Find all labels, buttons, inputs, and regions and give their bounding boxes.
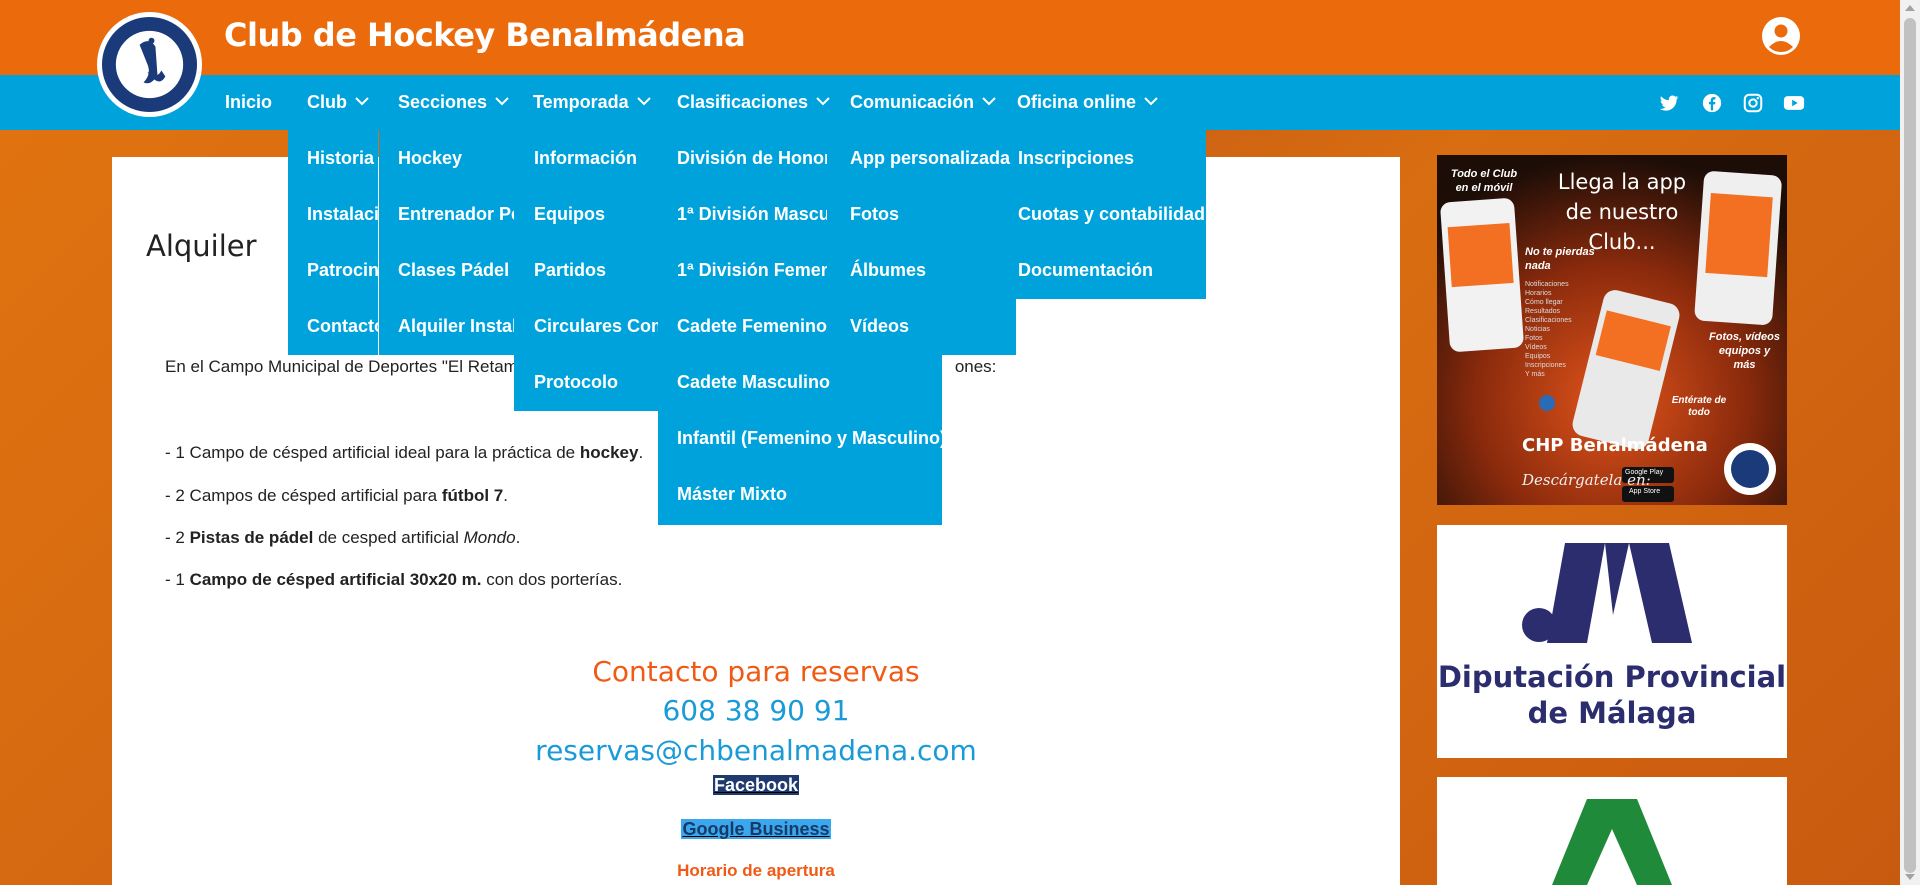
page-title: Alquiler <box>146 229 257 263</box>
site-title[interactable]: Club de Hockey Benalmádena <box>224 16 746 54</box>
facebook-link[interactable]: Facebook <box>712 775 800 795</box>
dropdown-club: Historia Instalaciones Patrocinadores Co… <box>288 130 378 355</box>
contact-email[interactable]: reservas@chbenalmadena.com <box>112 734 1400 767</box>
menu-item-1-division-femenina[interactable]: 1ª División Femenina <box>677 242 827 298</box>
menu-item-inscripciones[interactable]: Inscripciones <box>1018 130 1206 186</box>
scroll-up-arrow[interactable] <box>1905 5 1915 11</box>
dropdown-comunicacion: App personalizada Fotos Álbumes Vídeos <box>831 130 1016 355</box>
nav-oficina-online[interactable]: Oficina online <box>1017 75 1158 130</box>
nav-temporada[interactable]: Temporada <box>533 75 651 130</box>
twitter-icon[interactable] <box>1658 92 1680 114</box>
contact-heading: Contacto para reservas <box>592 655 920 688</box>
menu-item-informacion[interactable]: Información <box>534 130 658 186</box>
nav-clasificaciones[interactable]: Clasificaciones <box>677 75 830 130</box>
user-account-icon[interactable] <box>1762 17 1800 55</box>
facebook-link-row: Facebook <box>112 775 1400 796</box>
app-store-badge: App Store <box>1629 488 1661 495</box>
menu-item-division-honor-b[interactable]: División de Honor B <box>677 130 827 186</box>
facility-item: - 1 Campo de césped artificial ideal par… <box>165 443 644 462</box>
chevron-down-icon <box>636 97 651 106</box>
menu-item-partidos[interactable]: Partidos <box>534 242 658 298</box>
diputacion-malaga-banner[interactable]: Diputación Provincial de Málaga <box>1437 525 1787 758</box>
menu-item-historia[interactable]: Historia <box>307 130 378 186</box>
facebook-icon[interactable] <box>1701 92 1723 114</box>
chevron-down-icon <box>355 97 369 106</box>
menu-item-master-mixto[interactable]: Máster Mixto <box>677 466 942 522</box>
chevron-down-icon <box>495 97 509 106</box>
menu-item-circulares-competicion[interactable]: Circulares Competición <box>534 298 658 354</box>
facility-item: - 1 Campo de césped artificial 30x20 m. … <box>165 570 623 589</box>
chevron-down-icon <box>816 97 830 106</box>
menu-item-alquiler-instalaciones[interactable]: Alquiler Instalaciones <box>398 298 514 354</box>
google-business-link[interactable]: Google Business <box>681 819 831 839</box>
menu-item-infantil[interactable]: Infantil (Femenino y Masculino) <box>677 410 942 466</box>
facility-item: - 2 Campos de césped artificial para fút… <box>165 486 508 505</box>
menu-item-app-personalizada[interactable]: App personalizada <box>850 130 1016 186</box>
nav-comunicacion[interactable]: Comunicación <box>850 75 996 130</box>
dropdown-temporada: Información Equipos Partidos Circulares … <box>514 130 658 411</box>
main-menu: Inicio Club Secciones Temporada Clasific… <box>0 75 1900 130</box>
junta-andalucia-banner[interactable] <box>1437 777 1787 885</box>
menu-item-protocolo[interactable]: Protocolo <box>534 354 658 410</box>
scrollbar[interactable] <box>1900 0 1920 885</box>
menu-item-cuotas-contabilidad[interactable]: Cuotas y contabilidad <box>1018 186 1206 242</box>
menu-item-contacto[interactable]: Contacto <box>307 298 378 354</box>
app-promo-banner[interactable]: Todo el Club en el móvil Llega la app de… <box>1437 155 1787 505</box>
club-logo[interactable] <box>97 12 202 117</box>
menu-item-entrenador-personal[interactable]: Entrenador Personal <box>398 186 514 242</box>
dropdown-secciones: Hockey Entrenador Personal Clases Pádel … <box>379 130 514 355</box>
youtube-icon[interactable] <box>1783 92 1805 114</box>
google-play-badge: Google Play <box>1625 469 1664 476</box>
menu-item-instalaciones[interactable]: Instalaciones <box>307 186 378 242</box>
menu-item-cadete-masculino[interactable]: Cadete Masculino <box>677 354 942 410</box>
google-business-link-row: Google Business <box>112 819 1400 840</box>
contact-phone[interactable]: 608 38 90 91 <box>112 694 1400 727</box>
chevron-down-icon <box>982 97 996 106</box>
menu-item-fotos[interactable]: Fotos <box>850 186 1016 242</box>
menu-item-hockey[interactable]: Hockey <box>398 130 514 186</box>
andalucia-logo <box>1552 799 1672 885</box>
hours-heading: Horario de apertura <box>677 861 835 880</box>
nav-secciones[interactable]: Secciones <box>398 75 509 130</box>
menu-item-patrocinadores[interactable]: Patrocinadores <box>307 242 378 298</box>
chevron-down-icon <box>1144 97 1158 106</box>
nav-club[interactable]: Club <box>307 75 369 130</box>
scroll-down-arrow[interactable] <box>1905 874 1915 880</box>
menu-item-clases-padel[interactable]: Clases Pádel <box>398 242 514 298</box>
menu-item-documentacion[interactable]: Documentación <box>1018 242 1206 298</box>
dropdown-oficina-online: Inscripciones Cuotas y contabilidad Docu… <box>1016 130 1206 299</box>
menu-item-equipos[interactable]: Equipos <box>534 186 658 242</box>
menu-item-1-division-masculina[interactable]: 1ª División Masculina <box>677 186 827 242</box>
menu-item-videos[interactable]: Vídeos <box>850 298 1016 354</box>
facility-item: - 2 Pistas de pádel de cesped artificial… <box>165 528 521 547</box>
nav-inicio[interactable]: Inicio <box>225 75 272 130</box>
instagram-icon[interactable] <box>1742 92 1764 114</box>
menu-item-albumes[interactable]: Álbumes <box>850 242 1016 298</box>
app-features-list: Notificaciones Horarios Cómo llegar Resu… <box>1525 281 1572 378</box>
scrollbar-thumb[interactable] <box>1904 18 1916 873</box>
